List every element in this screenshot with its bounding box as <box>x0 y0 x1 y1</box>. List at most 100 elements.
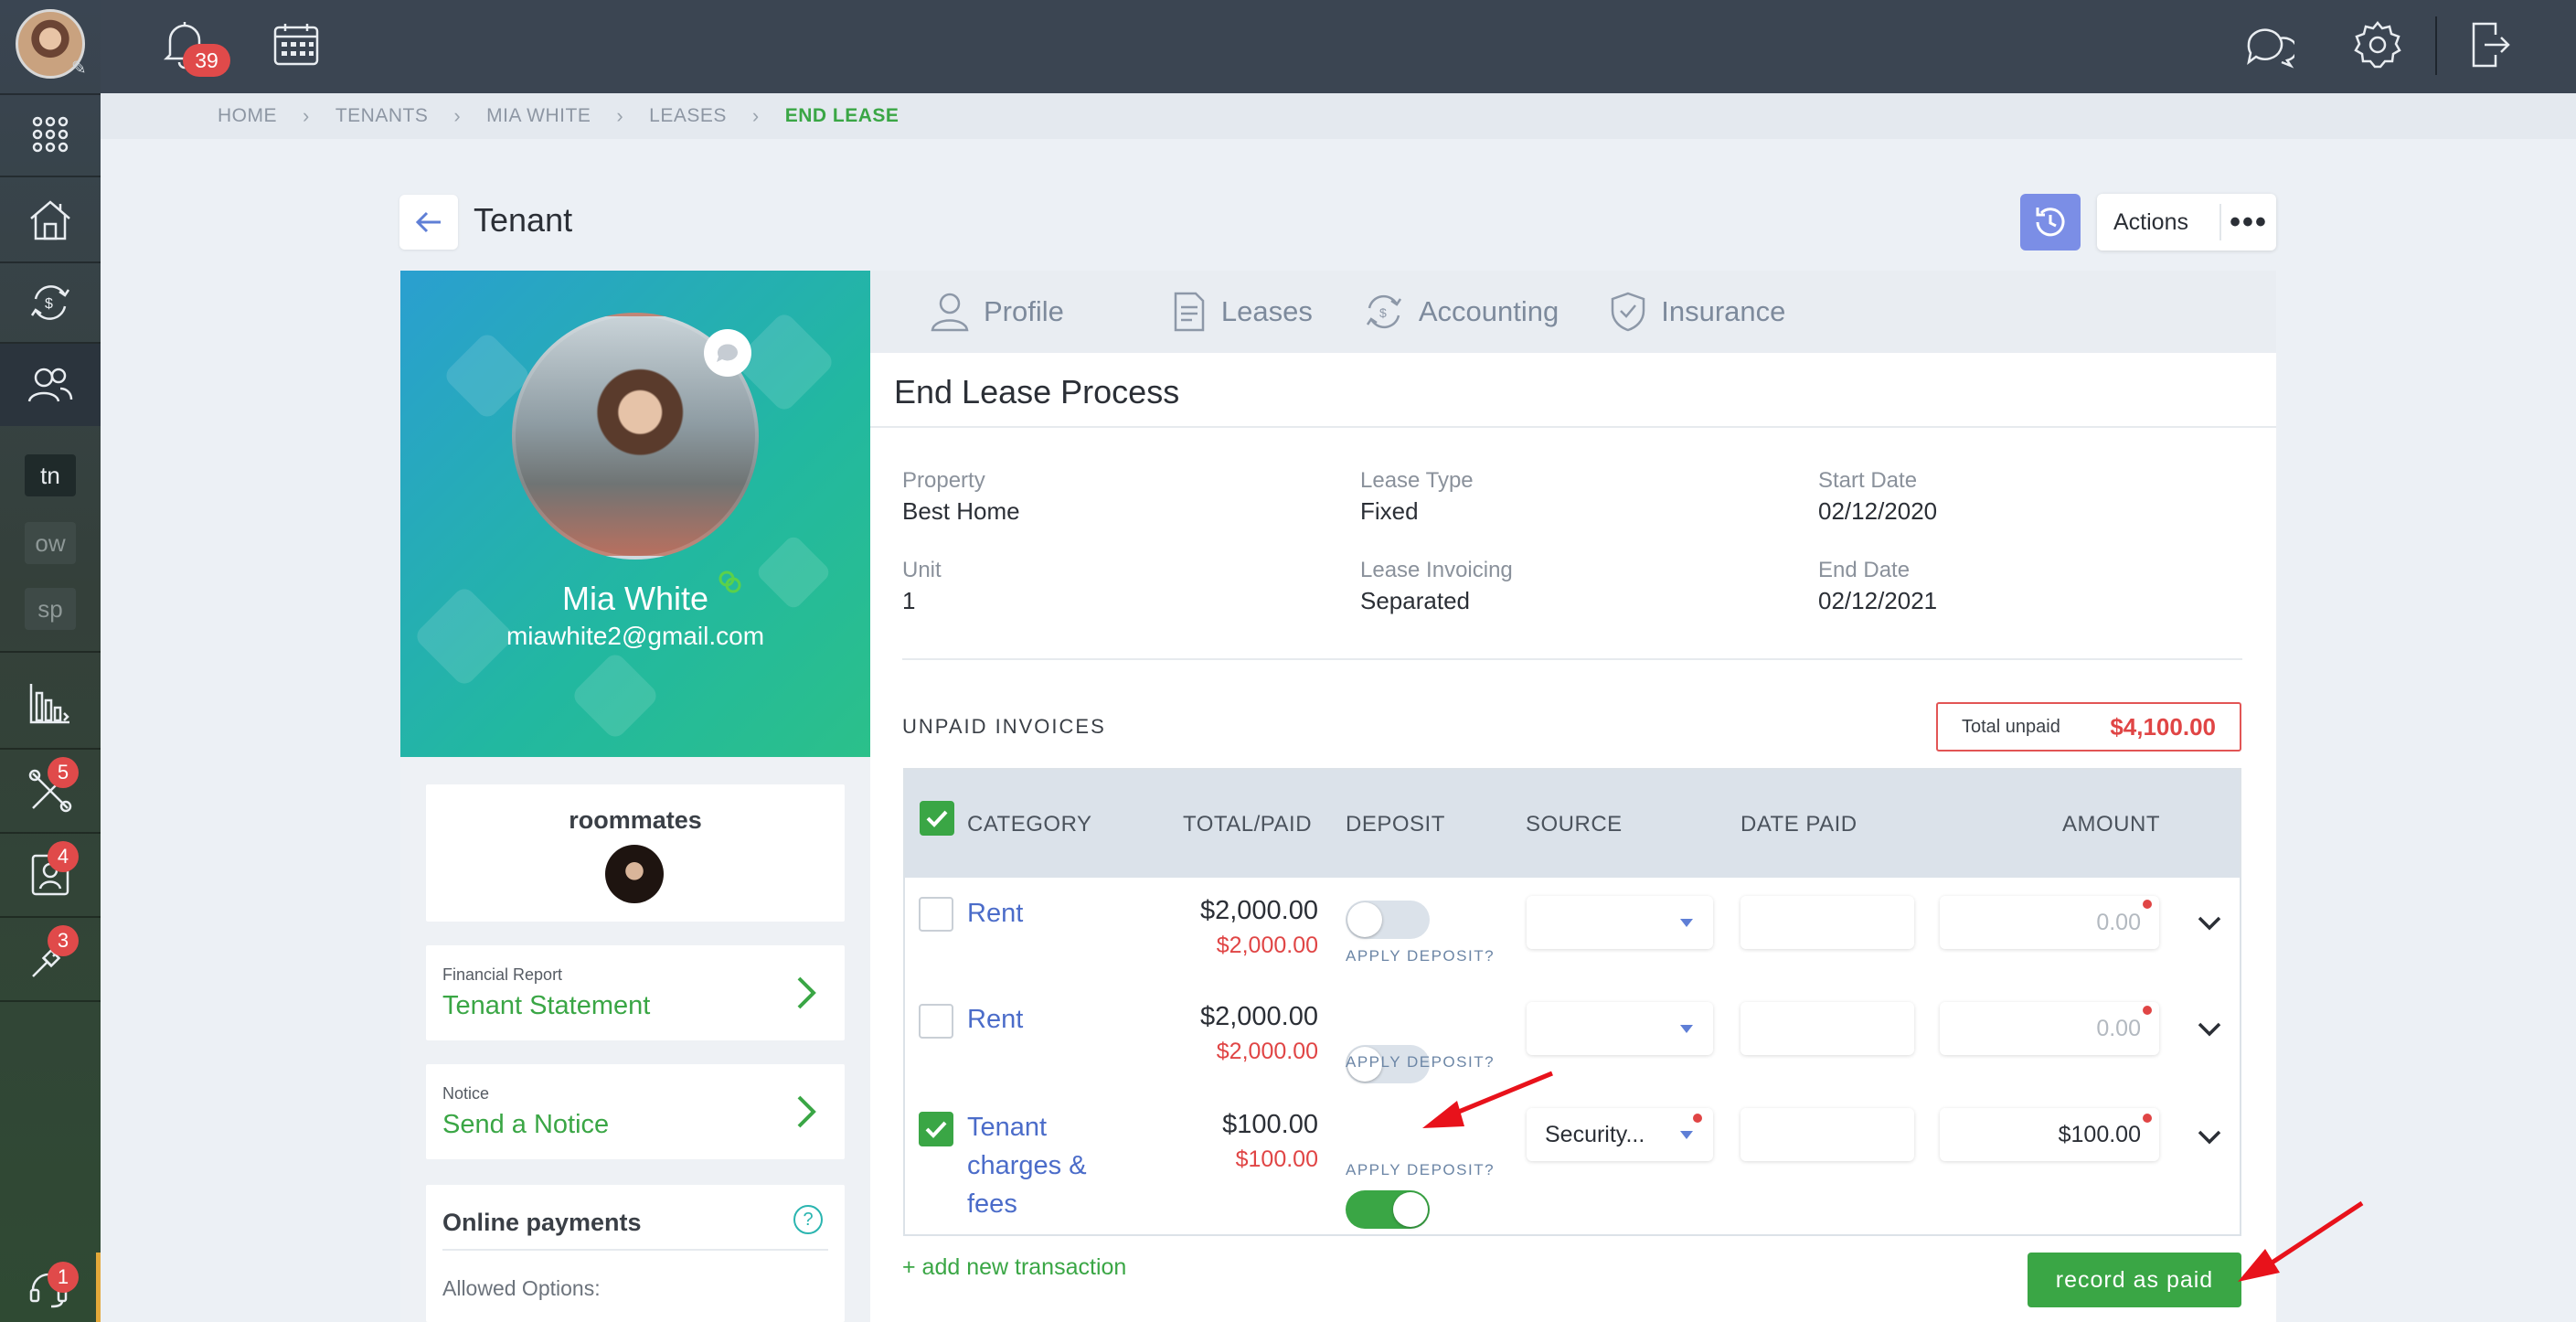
ow-label: ow <box>25 522 76 564</box>
user-icon <box>931 293 969 332</box>
required-dot <box>2143 900 2152 909</box>
record-as-paid-button[interactable]: record as paid <box>2028 1253 2241 1307</box>
add-new-transaction-link[interactable]: + add new transaction <box>902 1254 1126 1281</box>
tenants-people-icon[interactable] <box>0 344 101 426</box>
svg-text:$: $ <box>45 296 53 312</box>
accounting-cycle-icon: $ <box>1366 294 1401 329</box>
maintenance-tools-icon[interactable]: 5 <box>0 750 101 832</box>
breadcrumb-leases[interactable]: LEASES <box>649 105 727 127</box>
date-paid-input[interactable] <box>1740 1002 1914 1055</box>
column-deposit: DEPOSIT <box>1346 812 1445 837</box>
start-date-value: 02/12/2020 <box>1818 497 1938 525</box>
actions-label: Actions <box>2113 208 2188 235</box>
breadcrumb-tenants[interactable]: TENANTS <box>335 105 429 127</box>
chevron-right-icon: › <box>303 104 310 127</box>
back-button[interactable] <box>399 195 458 250</box>
tasks-link-icon[interactable]: 3 <box>0 918 101 1000</box>
caret-down-icon <box>1680 1131 1693 1139</box>
date-paid-input[interactable] <box>1740 896 1914 949</box>
tn-switch[interactable]: tn <box>0 450 101 501</box>
toggle-knob <box>1347 902 1382 937</box>
financial-report-card[interactable]: Financial Report Tenant Statement <box>426 945 845 1040</box>
tabs-bar: Profile Leases $ Accounting Insurance <box>870 271 2276 353</box>
tenant-statement-link[interactable]: Tenant Statement <box>442 991 650 1021</box>
unit-label: Unit <box>902 558 942 582</box>
tab-insurance[interactable]: Insurance <box>1610 291 1785 333</box>
document-icon <box>1174 292 1205 332</box>
notice-card[interactable]: Notice Send a Notice <box>426 1064 845 1159</box>
total-unpaid-label: Total unpaid <box>1962 716 2060 737</box>
support-headset-icon[interactable]: 1 <box>0 1253 101 1322</box>
tab-leases-label: Leases <box>1220 295 1313 327</box>
top-bar <box>101 0 2576 93</box>
chat-icon <box>717 344 738 362</box>
row-paid: $100.00 <box>1235 1146 1318 1172</box>
history-button[interactable] <box>2020 194 2081 251</box>
roommates-title: roommates <box>569 806 702 834</box>
lease-invoicing-label: Lease Invoicing <box>1360 558 1513 582</box>
caret-down-icon <box>1680 1025 1693 1033</box>
sp-label: sp <box>25 588 76 630</box>
online-payments-card: Online payments ? Allowed Options: <box>426 1185 845 1322</box>
date-paid-input[interactable] <box>1740 1108 1914 1161</box>
row-category-link[interactable]: Tenant charges & fees <box>967 1108 1113 1223</box>
notifications-badge: 39 <box>183 44 230 77</box>
row-total: $2,000.00 <box>1199 1002 1318 1031</box>
roommate-avatar[interactable] <box>605 845 664 903</box>
actions-button[interactable]: Actions ••• <box>2097 194 2276 251</box>
amount-input[interactable]: 0.00 <box>1940 1002 2159 1055</box>
lease-type-label: Lease Type <box>1360 468 1474 493</box>
tn-label: tn <box>25 454 76 496</box>
divider <box>902 658 2242 660</box>
sp-switch[interactable]: sp <box>0 583 101 634</box>
tab-accounting-label: Accounting <box>1418 295 1559 327</box>
reports-chart-icon[interactable] <box>0 662 101 744</box>
more-dots-icon[interactable]: ••• <box>2221 207 2276 238</box>
start-date-label: Start Date <box>1818 468 1918 493</box>
properties-house-icon[interactable] <box>0 177 101 261</box>
row-checkbox[interactable] <box>919 897 953 932</box>
help-icon[interactable]: ? <box>793 1205 823 1234</box>
online-payments-title: Online payments <box>442 1209 642 1236</box>
topbar-divider <box>2435 16 2437 75</box>
tab-leases[interactable]: Leases <box>1172 291 1313 333</box>
accounting-exchange-icon[interactable]: $ <box>0 263 101 342</box>
row-category-link[interactable]: Rent <box>967 1000 1023 1039</box>
send-notice-link[interactable]: Send a Notice <box>442 1110 609 1140</box>
contacts-card-icon[interactable]: 4 <box>0 834 101 916</box>
logout-icon[interactable] <box>2470 20 2510 74</box>
row-paid: $2,000.00 <box>1216 933 1318 958</box>
amount-input[interactable]: $100.00 <box>1940 1108 2159 1161</box>
property-value: Best Home <box>902 497 1020 525</box>
row-checkbox[interactable] <box>919 1004 953 1039</box>
chevron-right-icon <box>797 1095 816 1128</box>
row-paid: $2,000.00 <box>1216 1039 1318 1064</box>
chevron-right-icon: › <box>453 104 462 127</box>
contacts-badge: 4 <box>48 841 79 872</box>
financial-report-caption: Financial Report <box>442 965 563 984</box>
user-avatar[interactable]: ✎ <box>0 0 101 88</box>
divider <box>870 426 2276 428</box>
apply-deposit-toggle[interactable] <box>1346 901 1430 939</box>
apply-deposit-toggle[interactable] <box>1346 1190 1430 1229</box>
chevron-down-icon[interactable] <box>2198 916 2221 931</box>
row-checkbox[interactable] <box>919 1112 953 1146</box>
chevron-down-icon[interactable] <box>2198 1022 2221 1037</box>
settings-gear-icon[interactable] <box>2353 20 2402 74</box>
toggle-knob <box>1393 1192 1428 1227</box>
select-all-checkbox[interactable] <box>920 801 954 836</box>
amount-input[interactable]: 0.00 <box>1940 896 2159 949</box>
message-tenant-button[interactable] <box>704 329 751 377</box>
chat-bubbles-icon[interactable] <box>2243 20 2298 74</box>
tab-accounting[interactable]: $ Accounting <box>1364 292 1559 332</box>
breadcrumb-tenant-name[interactable]: MIA WHITE <box>486 105 591 127</box>
property-label: Property <box>902 468 985 493</box>
ow-switch[interactable]: ow <box>0 517 101 569</box>
calendar-icon[interactable] <box>272 22 320 72</box>
tenant-email: miawhite2@gmail.com <box>506 622 765 650</box>
chevron-down-icon[interactable] <box>2198 1130 2221 1145</box>
tab-profile[interactable]: Profile <box>931 292 1064 332</box>
breadcrumb-home[interactable]: HOME <box>218 105 277 127</box>
row-category-link[interactable]: Rent <box>967 894 1023 933</box>
apps-grid-icon[interactable] <box>0 95 101 174</box>
